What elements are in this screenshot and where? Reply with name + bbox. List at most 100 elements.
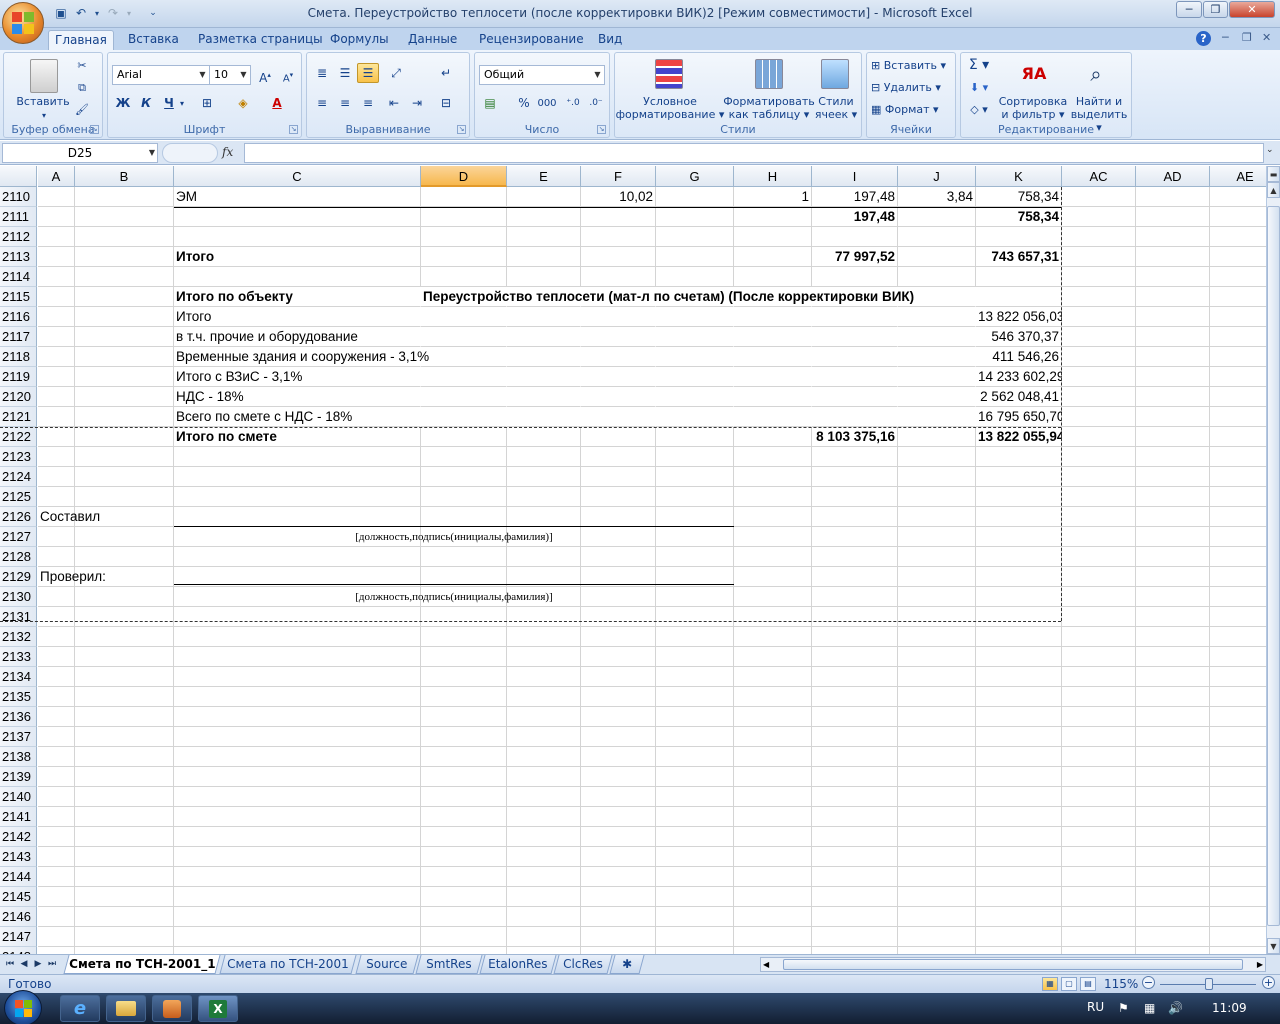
cell-a2117[interactable] — [38, 327, 75, 347]
cell-ae2123[interactable] — [1210, 447, 1266, 467]
cell-ae2117[interactable] — [1210, 327, 1266, 347]
cell-e2131[interactable] — [507, 607, 581, 627]
cell-e2111[interactable] — [507, 207, 581, 227]
cell-c2141[interactable] — [174, 807, 421, 827]
cell-h2124[interactable] — [734, 467, 812, 487]
column-header-i[interactable]: I — [812, 166, 898, 187]
row-header[interactable]: 2131 — [0, 607, 37, 627]
column-header-e[interactable]: E — [507, 166, 581, 187]
cell-j2114[interactable] — [898, 267, 976, 287]
cell-j2111[interactable] — [898, 207, 976, 227]
cell-ac2119[interactable] — [1062, 367, 1136, 387]
cell-g2111[interactable] — [656, 207, 734, 227]
cell-e2126[interactable] — [507, 507, 581, 527]
cell-j2119[interactable] — [898, 367, 976, 387]
cell-j2145[interactable] — [898, 887, 976, 907]
cell-j2125[interactable] — [898, 487, 976, 507]
cell-h2140[interactable] — [734, 787, 812, 807]
cell-j2116[interactable] — [898, 307, 976, 327]
cell-b2127[interactable] — [75, 527, 174, 547]
last-sheet-icon[interactable]: ⏭ — [46, 957, 58, 972]
cell-c2138[interactable] — [174, 747, 421, 767]
cell-b2123[interactable] — [75, 447, 174, 467]
cell-e2116[interactable] — [507, 307, 581, 327]
cell-ae2126[interactable] — [1210, 507, 1266, 527]
cell-ad2138[interactable] — [1136, 747, 1210, 767]
cell-a2133[interactable] — [38, 647, 75, 667]
cell-f2117[interactable] — [581, 327, 656, 347]
page-break-view-icon[interactable]: ▤ — [1080, 977, 1096, 991]
cell-j2121[interactable] — [898, 407, 976, 427]
workbook-close-icon[interactable]: ✕ — [1262, 31, 1271, 44]
cell-d2132[interactable] — [421, 627, 507, 647]
cell-h2130[interactable] — [734, 587, 812, 607]
cell-j2141[interactable] — [898, 807, 976, 827]
cell-b2147[interactable] — [75, 927, 174, 947]
cell-ac2140[interactable] — [1062, 787, 1136, 807]
cell-ad2126[interactable] — [1136, 507, 1210, 527]
tab-insert[interactable]: Вставка — [122, 30, 185, 50]
cell-h2120[interactable] — [734, 387, 812, 407]
cell-g2148[interactable] — [656, 947, 734, 954]
cell-a2146[interactable] — [38, 907, 75, 927]
cell-a2110[interactable] — [38, 187, 75, 207]
cell-k2144[interactable] — [976, 867, 1062, 887]
row-header[interactable]: 2121 — [0, 407, 37, 427]
cell-k2114[interactable] — [976, 267, 1062, 287]
cell-k2122[interactable]: 13 822 055,94 — [976, 427, 1064, 447]
cell-ac2122[interactable] — [1062, 427, 1136, 447]
cell-ac2121[interactable] — [1062, 407, 1136, 427]
cell-a2118[interactable] — [38, 347, 75, 367]
cell-d2131[interactable] — [421, 607, 507, 627]
cell-i2131[interactable] — [812, 607, 898, 627]
cell-ad2118[interactable] — [1136, 347, 1210, 367]
cell-j2139[interactable] — [898, 767, 976, 787]
cell-ac2143[interactable] — [1062, 847, 1136, 867]
cell-k2142[interactable] — [976, 827, 1062, 847]
cell-c2122[interactable]: Итого по смете — [174, 427, 421, 447]
cell-k2145[interactable] — [976, 887, 1062, 907]
cell-i2130[interactable] — [812, 587, 898, 607]
cell-ad2111[interactable] — [1136, 207, 1210, 227]
language-indicator[interactable]: RU — [1087, 1000, 1104, 1014]
cell-c2126[interactable] — [174, 507, 421, 527]
cell-d2114[interactable] — [421, 267, 507, 287]
cell-j2147[interactable] — [898, 927, 976, 947]
cell-k2115[interactable] — [976, 287, 1062, 307]
cell-c2133[interactable] — [174, 647, 421, 667]
cell-k2118[interactable]: 411 546,26 — [976, 347, 1062, 367]
cell-f2133[interactable] — [581, 647, 656, 667]
cell-i2144[interactable] — [812, 867, 898, 887]
row-header[interactable]: 2114 — [0, 267, 37, 287]
delete-cells-button[interactable]: ⊟ Удалить ▾ — [871, 81, 953, 94]
row-header[interactable]: 2137 — [0, 727, 37, 747]
cell-e2142[interactable] — [507, 827, 581, 847]
cell-h2122[interactable] — [734, 427, 812, 447]
cell-ac2118[interactable] — [1062, 347, 1136, 367]
format-cells-button[interactable]: ▦ Формат ▾ — [871, 103, 953, 116]
cell-f2124[interactable] — [581, 467, 656, 487]
cell-h2111[interactable] — [734, 207, 812, 227]
row-header[interactable]: 2147 — [0, 927, 37, 947]
cell-ad2129[interactable] — [1136, 567, 1210, 587]
cell-g2137[interactable] — [656, 727, 734, 747]
cell-h2129[interactable] — [734, 567, 812, 587]
cell-e2120[interactable] — [507, 387, 581, 407]
row-header[interactable]: 2146 — [0, 907, 37, 927]
cell-h2139[interactable] — [734, 767, 812, 787]
cell-ad2146[interactable] — [1136, 907, 1210, 927]
fill-color-icon[interactable]: ◈ — [232, 93, 254, 113]
paste-icon[interactable] — [30, 59, 58, 93]
row-header[interactable]: 2118 — [0, 347, 37, 367]
cell-i2146[interactable] — [812, 907, 898, 927]
cell-d2117[interactable] — [421, 327, 507, 347]
fill-icon[interactable]: ⬇ ▾ — [967, 81, 991, 94]
cell-k2119[interactable]: 14 233 602,29 — [976, 367, 1064, 387]
cell-h2121[interactable] — [734, 407, 812, 427]
cell-i2120[interactable] — [812, 387, 898, 407]
cell-e2112[interactable] — [507, 227, 581, 247]
tab-review[interactable]: Рецензирование — [473, 30, 590, 50]
cell-b2116[interactable] — [75, 307, 174, 327]
cell-b2132[interactable] — [75, 627, 174, 647]
cell-k2121[interactable]: 16 795 650,70 — [976, 407, 1064, 427]
